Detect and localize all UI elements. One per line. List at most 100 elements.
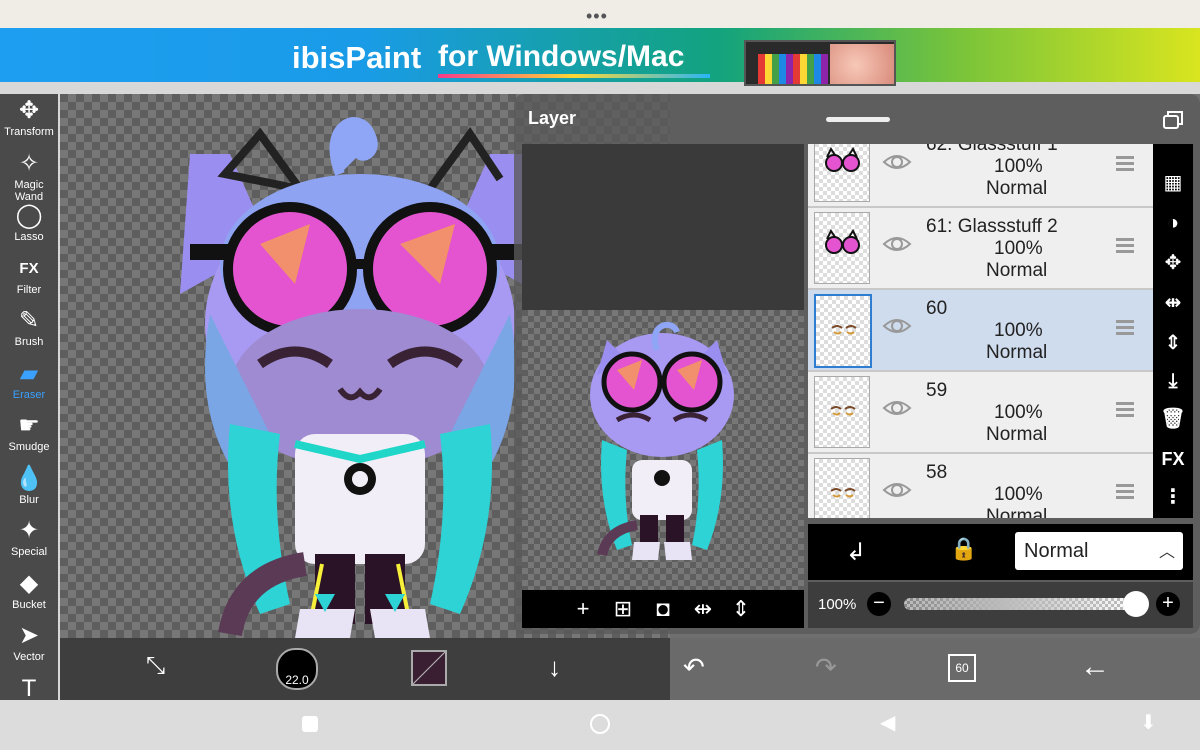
visibility-eye-icon[interactable] [882,234,912,259]
tool-magic-wand[interactable]: ✧ Magic Wand [0,149,58,203]
more-dots-icon[interactable]: ••• [586,6,608,27]
layers-count-button[interactable]: 60 [948,654,976,682]
system-nav-bar: ◀ ⬇ [0,700,1200,750]
ad-underline [438,74,710,78]
layer-thumbnail [814,294,872,368]
undo-icon[interactable]: ↶ [683,652,705,683]
flip-vertical-icon[interactable]: ⇕ [726,594,756,624]
more-vertical-icon[interactable]: ⋮ [1153,478,1193,516]
tool-label: Filter [16,283,42,296]
brush-icon: ✎ [18,307,40,334]
fx-icon: FX [19,259,39,277]
text-icon: T [21,674,37,702]
opacity-label: 100% [818,596,857,613]
camera-icon[interactable]: ◘ [648,594,678,624]
half-circle-icon[interactable]: ◑ [1153,204,1193,242]
lasso-icon: ◯ [15,202,43,229]
visibility-eye-icon[interactable] [882,398,912,423]
back-arrow-icon[interactable]: ← [1080,650,1110,684]
flip-v-icon[interactable]: ⇕ [1153,324,1193,362]
tool-vector[interactable]: ➤ Vector [0,621,58,673]
chevron-up-icon: ︿ [1159,544,1176,561]
drag-handle-icon[interactable] [1116,402,1134,420]
tool-label: Blur [19,493,39,506]
tool-label: Smudge [8,441,50,453]
opacity-increase-button[interactable]: + [1156,592,1180,616]
add-layer-icon[interactable]: + [568,594,598,624]
alpha-lock-icon[interactable]: 🔒 [950,536,977,562]
tool-transform[interactable]: ✥ Transform [0,96,58,148]
flip-h-icon[interactable]: ⇹ [1153,284,1193,322]
clip-arrow-icon[interactable]: ↲ [846,538,866,567]
merge-down-icon[interactable]: ⤓ [1153,362,1193,400]
tool-special[interactable]: ✦ Special [0,516,58,568]
layer-thumbnail [814,376,870,448]
layer-thumbnail [814,458,870,518]
layer-name: 62: Glassstuff 1 [926,144,1058,155]
current-color-swatch[interactable] [411,650,447,686]
window-copy-icon[interactable] [1162,110,1184,135]
drag-handle-icon[interactable] [1116,238,1134,256]
layer-row[interactable]: 58 100% Normal [808,454,1153,518]
ad-thumbnail [744,40,896,86]
transparency-checker-icon[interactable]: ▦ [1153,164,1193,202]
tool-label: Transform [4,126,54,138]
layer-actions-bar: ▦ ◑ ✥ ⇹ ⇕ ⤓ 🗑 FX ⋮ [1153,144,1193,518]
tool-label: Special [10,546,48,558]
layer-blend-mode: Normal [986,178,1048,199]
tool-bucket[interactable]: ◆ Bucket [0,569,58,621]
recents-icon[interactable] [302,716,318,732]
blend-mode-select[interactable]: Normal ︿ [1015,532,1183,570]
preview-header-area [522,144,804,310]
tool-label: Brush [14,336,44,348]
opacity-slider-knob[interactable] [1123,591,1149,617]
panel-drag-handle[interactable] [826,117,890,122]
layer-thumbnail [814,212,870,284]
drag-handle-icon[interactable] [1116,320,1134,338]
brush-size-button[interactable]: 22.0 [276,648,318,690]
preview-artwork [590,321,734,560]
visibility-eye-icon[interactable] [882,480,912,505]
layer-row[interactable]: 60 100% Normal [808,290,1153,372]
opacity-decrease-button[interactable]: − [867,592,891,616]
home-icon[interactable] [590,714,610,734]
tool-blur[interactable]: 💧 Blur [0,464,58,516]
arrow-down-icon[interactable]: ↓ [548,652,561,683]
visibility-eye-icon[interactable] [882,316,912,341]
layer-blend-mode: Normal [986,506,1048,518]
tool-label: Magic Wand [14,178,44,203]
tool-eraser[interactable]: ▰ Eraser [0,359,58,411]
layer-thumbnail [814,144,870,202]
fx-icon[interactable]: FX [1153,440,1193,478]
special-icon: ✦ [18,517,40,544]
tool-brush[interactable]: ✎ Brush [0,306,58,358]
tool-sidebar: ✥ Transform ✧ Magic Wand ◯ Lasso FX Filter ✎ Brus… [0,94,58,702]
color-swap-icon[interactable]: ⤡ [146,652,165,680]
layer-name: 59 [926,380,948,401]
layers-count-value: 60 [955,661,969,675]
hide-keyboard-icon[interactable]: ⬇ [1140,710,1157,735]
ad-tagline: for Windows/Mac [438,40,685,73]
tool-lasso[interactable]: ◯ Lasso [0,201,58,253]
smudge-icon: ☛ [18,412,40,439]
preview-toolbar: + ⊞ ◘ ⇹ ⇕ [522,590,804,628]
magic-wand-icon: ✧ [18,149,40,177]
move-layer-icon[interactable]: ✥ [1153,244,1193,282]
nav-back-icon[interactable]: ◀ [880,710,895,735]
flip-horizontal-icon[interactable]: ⇹ [688,594,718,624]
layer-row[interactable]: 62: Glassstuff 1 100% Normal [808,144,1153,208]
drag-handle-icon[interactable] [1116,484,1134,502]
eraser-icon: ▰ [19,359,39,387]
layer-opacity: 100% [994,484,1043,505]
drag-handle-icon[interactable] [1116,156,1134,174]
redo-icon[interactable]: ↷ [815,652,837,683]
duplicate-layer-icon[interactable]: ⊞ [608,594,638,624]
tool-filter[interactable]: FX Filter [0,254,58,306]
visibility-eye-icon[interactable] [882,152,912,177]
opacity-slider-track[interactable] [904,598,1136,610]
tool-smudge[interactable]: ☛ Smudge [0,411,58,463]
trash-icon[interactable]: 🗑 [1153,400,1193,438]
layer-opacity: 100% [994,156,1043,177]
layer-row[interactable]: 59 100% Normal [808,372,1153,454]
layer-row[interactable]: 61: Glassstuff 2 100% Normal [808,208,1153,290]
